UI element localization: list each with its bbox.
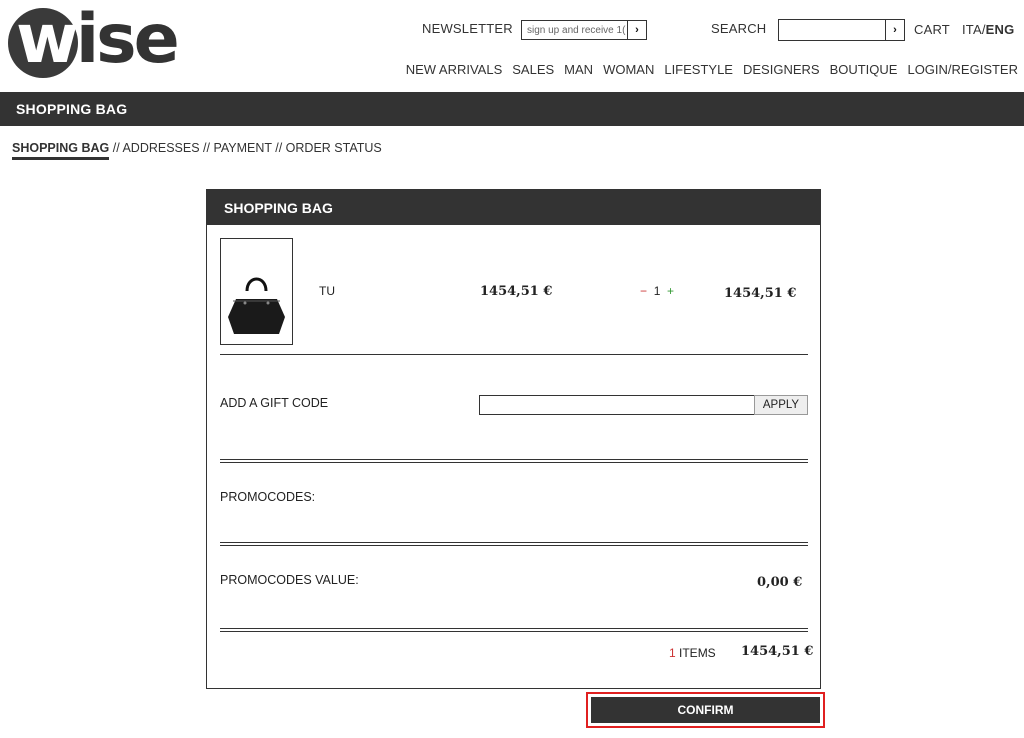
logo-text: wise: [16, 0, 180, 79]
panel-title: SHOPPING BAG: [207, 190, 820, 225]
promocodes-value: 0,00 €: [757, 575, 803, 590]
qty-value: 1: [653, 284, 661, 298]
nav-boutique[interactable]: BOUTIQUE: [830, 62, 898, 77]
language-switch: ITA/ENG: [962, 22, 1014, 37]
gift-code-label: ADD A GIFT CODE: [220, 396, 329, 410]
items-count: 1 ITEMS: [669, 646, 716, 660]
search-input[interactable]: [778, 19, 885, 41]
page-title-bar: SHOPPING BAG: [0, 92, 1024, 126]
nav-lifestyle[interactable]: LIFESTYLE: [664, 62, 733, 77]
main-nav: NEW ARRIVALS SALES MAN WOMAN LIFESTYLE D…: [406, 62, 1018, 77]
nav-designers[interactable]: DESIGNERS: [743, 62, 820, 77]
quantity-stepper: − 1 +: [640, 284, 674, 298]
confirm-highlight: CONFIRM: [586, 692, 825, 728]
product-image[interactable]: [220, 238, 293, 345]
qty-decrease-button[interactable]: −: [640, 284, 647, 298]
grand-total: 1454,51 €: [741, 644, 814, 659]
cart-link[interactable]: CART: [914, 22, 950, 37]
item-size: TU: [319, 284, 335, 298]
promocodes-label: PROMOCODES:: [220, 490, 316, 504]
apply-button[interactable]: APPLY: [754, 395, 808, 415]
step-shopping-bag: SHOPPING BAG: [12, 141, 110, 160]
divider: [220, 628, 808, 632]
shopping-bag-panel: SHOPPING BAG TU 1454,51 € − 1 + 1454,51 …: [206, 189, 821, 689]
lang-eng-link[interactable]: ENG: [986, 22, 1015, 37]
promocodes-value-label: PROMOCODES VALUE:: [220, 573, 359, 587]
nav-sales[interactable]: SALES: [512, 62, 554, 77]
nav-login-register[interactable]: LOGIN/REGISTER: [907, 62, 1018, 77]
search-submit-button[interactable]: ›: [885, 19, 905, 41]
nav-woman[interactable]: WOMAN: [603, 62, 654, 77]
checkout-steps: SHOPPING BAG // ADDRESSES // PAYMENT // …: [12, 141, 382, 160]
wise-logo[interactable]: wise: [8, 0, 180, 79]
lang-ita-link[interactable]: ITA: [962, 22, 982, 37]
newsletter-label: NEWSLETTER: [422, 21, 513, 36]
newsletter-input[interactable]: sign up and receive 1(: [521, 20, 627, 40]
nav-new-arrivals[interactable]: NEW ARRIVALS: [406, 62, 503, 77]
item-total-price: 1454,51 €: [724, 286, 797, 301]
gift-code-input[interactable]: [479, 395, 755, 415]
newsletter-submit-button[interactable]: ›: [627, 20, 647, 40]
qty-increase-button[interactable]: +: [667, 284, 674, 298]
confirm-button[interactable]: CONFIRM: [591, 697, 820, 723]
step-remaining: // ADDRESSES // PAYMENT // ORDER STATUS: [109, 141, 382, 155]
item-unit-price: 1454,51 €: [480, 284, 553, 299]
divider: [220, 542, 808, 546]
search-label: SEARCH: [711, 21, 767, 36]
divider: [220, 354, 808, 355]
nav-man[interactable]: MAN: [564, 62, 593, 77]
divider: [220, 459, 808, 463]
handbag-icon: [228, 277, 285, 334]
